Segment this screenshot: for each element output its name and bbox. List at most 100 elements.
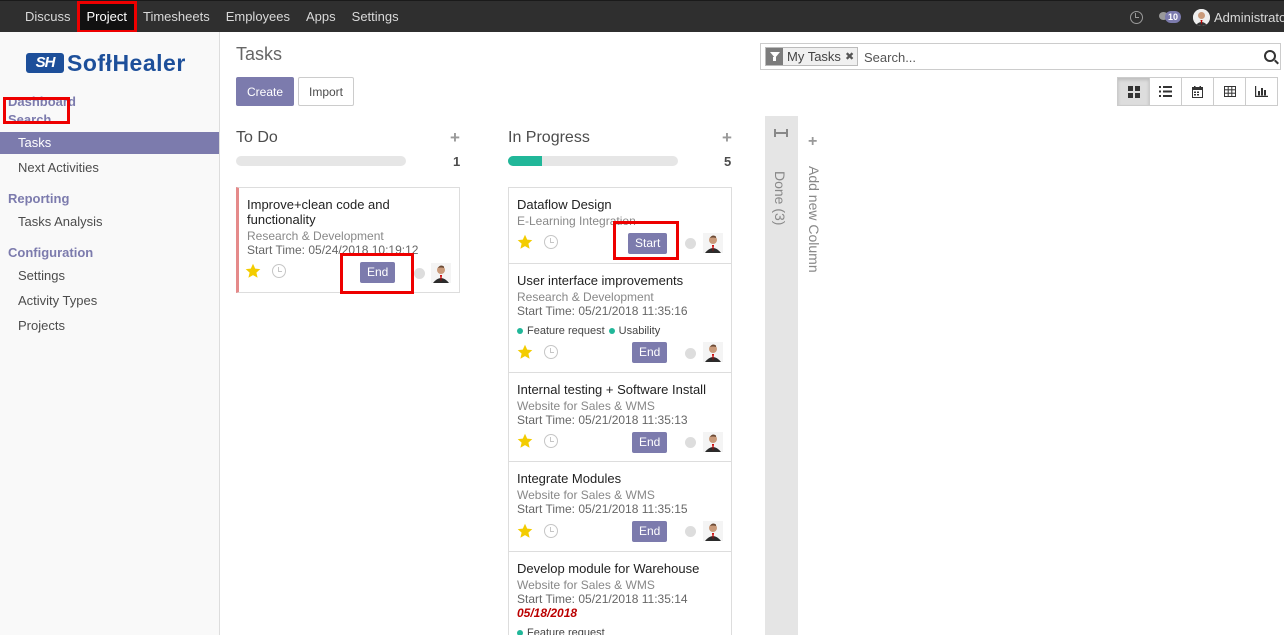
in-progress-count: 5 (724, 154, 732, 169)
assignee-avatar (431, 263, 451, 283)
activity-clock-icon[interactable] (544, 235, 558, 249)
todo-quick-create-icon[interactable]: + (450, 128, 460, 148)
kanban-view-button[interactable] (1117, 77, 1150, 106)
kanban-state-icon[interactable] (685, 437, 696, 448)
end-button-highlight-box (340, 253, 414, 294)
app-menu: Discuss Project Timesheets Employees App… (17, 1, 407, 33)
search-bar[interactable]: My Tasks ✖ (760, 43, 1281, 70)
end-button[interactable]: End (632, 521, 668, 542)
todo-progress-bar[interactable] (236, 156, 406, 166)
in-progress-quick-create-icon[interactable]: + (722, 128, 732, 148)
in-progress-progress-fill (508, 156, 542, 166)
top-navbar: Discuss Project Timesheets Employees App… (0, 0, 1284, 33)
facet-label: My Tasks (787, 49, 841, 64)
card-deadline: 05/18/2018 (517, 606, 578, 620)
column-title-in-progress[interactable]: In Progress (508, 129, 590, 147)
task-card-in-progress-2[interactable]: User interface improvements Research & D… (508, 263, 732, 373)
sidebar-item-projects[interactable]: Projects (0, 315, 219, 337)
company-logo: SH SofłHealer (26, 50, 186, 76)
card-start-time: Start Time: 05/21/2018 11:35:16 (517, 304, 688, 318)
activity-clock-icon[interactable] (544, 345, 558, 359)
sidebar-item-tasks[interactable]: Tasks (0, 132, 219, 154)
folded-column-done[interactable]: Done (3) (765, 116, 798, 635)
done-column-title: Done (3) (772, 171, 788, 226)
priority-star-icon[interactable] (245, 263, 261, 279)
menu-timesheets[interactable]: Timesheets (135, 1, 218, 33)
message-count-badge: 10 (1165, 11, 1182, 23)
kanban-state-icon[interactable] (685, 238, 696, 249)
priority-star-icon[interactable] (517, 234, 533, 250)
activity-clock-icon[interactable] (1130, 10, 1143, 24)
page-title: Tasks (236, 44, 283, 64)
sidebar-item-next-activities[interactable]: Next Activities (0, 157, 219, 179)
menu-employees[interactable]: Employees (218, 1, 298, 33)
card-project: Website for Sales & WMS (517, 488, 655, 502)
sidebar-reporting[interactable]: Reporting (8, 191, 69, 206)
tasks-highlight-box (3, 97, 70, 124)
end-button[interactable]: End (632, 342, 668, 363)
card-title: User interface improvements (517, 273, 684, 288)
assignee-avatar (703, 233, 723, 253)
calendar-icon (1192, 85, 1203, 98)
import-button[interactable]: Import (298, 77, 354, 106)
sidebar-item-tasks-analysis[interactable]: Tasks Analysis (0, 211, 219, 233)
menu-project[interactable]: Project (76, 1, 137, 33)
tag-usability: Usability (608, 325, 660, 337)
add-new-column[interactable]: Add new Column (806, 166, 822, 273)
menu-settings[interactable]: Settings (344, 1, 407, 33)
priority-star-icon[interactable] (517, 433, 533, 449)
task-card-in-progress-3[interactable]: Internal testing + Software Install Webs… (508, 372, 732, 462)
create-button[interactable]: Create (236, 77, 294, 106)
activity-clock-icon[interactable] (272, 264, 286, 278)
sidebar-configuration[interactable]: Configuration (8, 245, 93, 260)
logo-mark: SH (26, 53, 64, 73)
kanban-state-icon[interactable] (685, 526, 696, 537)
card-start-time: Start Time: 05/21/2018 11:35:14 (517, 592, 688, 606)
user-avatar[interactable] (1193, 8, 1210, 26)
user-menu[interactable]: Administrator (1214, 10, 1284, 25)
sidebar-item-activity-types[interactable]: Activity Types (0, 290, 219, 312)
card-title: Integrate Modules (517, 471, 622, 486)
unfold-arrows-icon[interactable] (774, 129, 788, 137)
messaging-icon[interactable]: 10 (1159, 10, 1182, 24)
pivot-table-icon (1223, 86, 1236, 97)
activity-clock-icon[interactable] (544, 524, 558, 538)
column-title-todo[interactable]: To Do (236, 129, 278, 147)
card-project: Research & Development (517, 290, 654, 304)
search-input[interactable] (864, 48, 1244, 66)
priority-star-icon[interactable] (517, 523, 533, 539)
sidebar-item-settings[interactable]: Settings (0, 265, 219, 287)
assignee-avatar (703, 342, 723, 362)
graph-view-button[interactable] (1245, 77, 1278, 106)
bar-chart-icon (1255, 86, 1268, 97)
menu-discuss[interactable]: Discuss (17, 1, 79, 33)
assignee-avatar (703, 521, 723, 541)
card-project: Website for Sales & WMS (517, 399, 655, 413)
pivot-view-button[interactable] (1213, 77, 1246, 106)
menu-apps[interactable]: Apps (298, 1, 344, 33)
card-title: Develop module for Warehouse (517, 561, 700, 576)
add-column-plus-icon[interactable]: + (808, 133, 817, 151)
logo-wordmark: SofłHealer (67, 49, 186, 76)
card-project: Research & Development (247, 229, 384, 243)
task-card-in-progress-4[interactable]: Integrate Modules Website for Sales & WM… (508, 461, 732, 552)
activity-clock-icon[interactable] (544, 434, 558, 448)
card-start-time: Start Time: 05/21/2018 11:35:13 (517, 413, 688, 427)
kanban-state-icon[interactable] (414, 268, 425, 279)
todo-count: 1 (453, 154, 461, 169)
calendar-view-button[interactable] (1181, 77, 1214, 106)
card-tags: Feature request (517, 627, 609, 635)
kanban-state-icon[interactable] (685, 348, 696, 359)
priority-star-icon[interactable] (517, 344, 533, 360)
end-button[interactable]: End (632, 432, 668, 453)
list-icon (1159, 86, 1172, 97)
view-switcher (1117, 77, 1278, 106)
card-title: Improve+clean code and functionality (247, 197, 390, 227)
facet-remove-icon[interactable]: ✖ (845, 50, 857, 63)
filter-icon (766, 48, 783, 65)
task-card-in-progress-5[interactable]: Develop module for Warehouse Website for… (508, 551, 732, 635)
in-progress-progress-bar[interactable] (508, 156, 678, 166)
list-view-button[interactable] (1149, 77, 1182, 106)
search-icon[interactable] (1264, 50, 1276, 62)
assignee-avatar (703, 432, 723, 452)
